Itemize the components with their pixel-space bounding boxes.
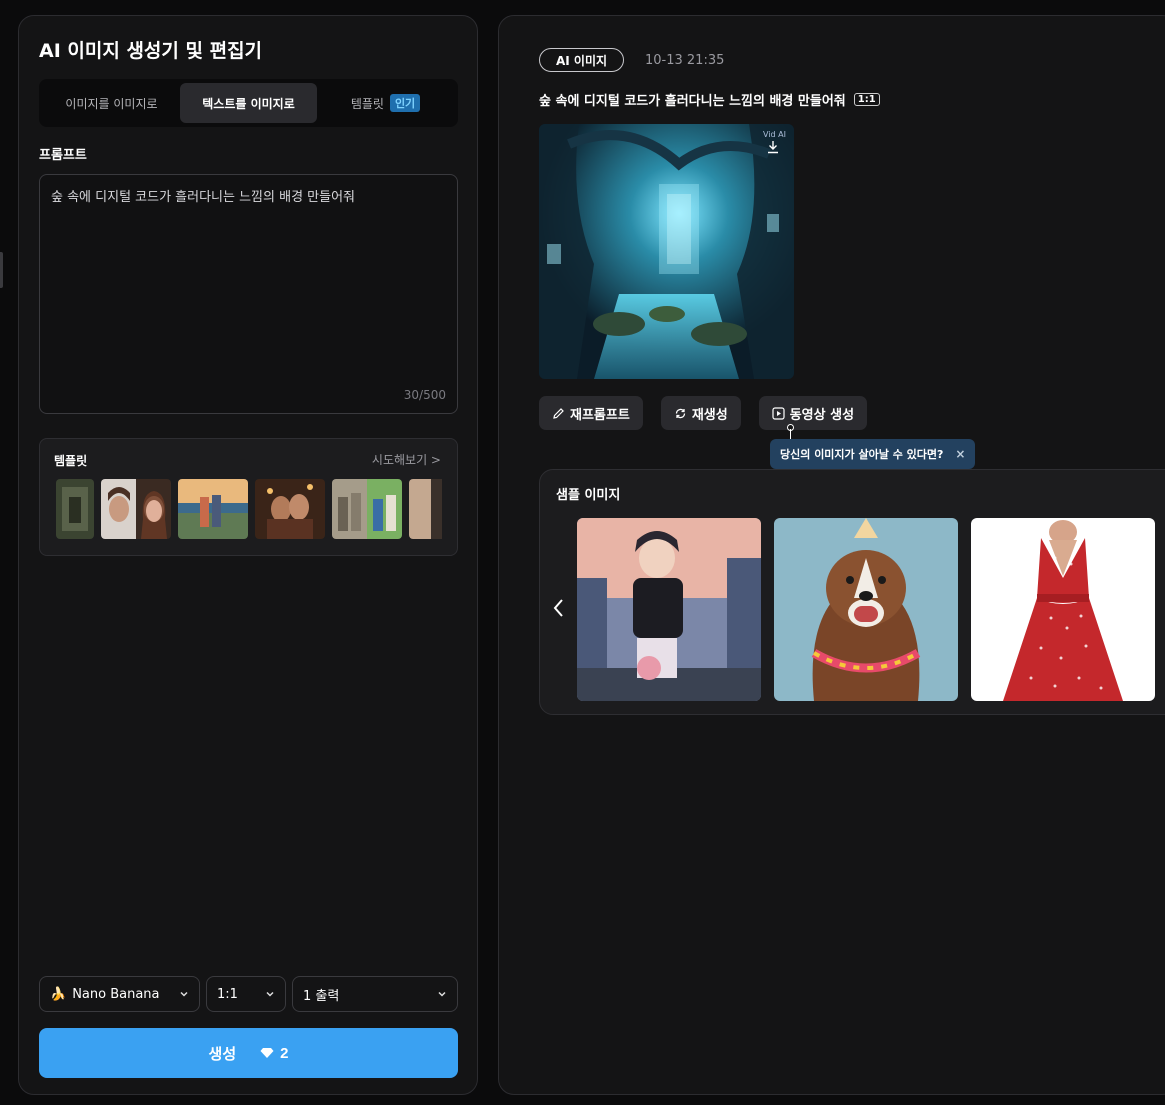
download-icon[interactable]	[766, 140, 780, 154]
prompt-label: 프롬프트	[39, 148, 87, 163]
prompt-input[interactable]: 숲 속에 디지털 코드가 흘러다니는 느낌의 배경 만들어줘 30/500	[39, 174, 458, 414]
refresh-icon	[675, 408, 685, 418]
tab-label: 텍스트를 이미지로	[202, 96, 295, 111]
generate-label: 생성	[208, 1045, 237, 1063]
result-timestamp: 10-13 21:35	[645, 53, 725, 68]
samples-title: 샘플 이미지	[556, 488, 621, 503]
tab-image-to-image[interactable]: 이미지를 이미지로	[43, 83, 180, 123]
chevron-down-icon	[180, 991, 188, 997]
template-thumbnail[interactable]	[178, 479, 248, 539]
sample-image[interactable]	[971, 518, 1155, 701]
panel-title: AI 이미지 생성기 및 편집기	[39, 40, 263, 62]
credit-cost: 2	[260, 1045, 288, 1062]
ratio-label: 1:1	[217, 986, 238, 1002]
close-icon[interactable]: ×	[955, 447, 965, 461]
result-panel: AI 이미지 10-13 21:35 숲 속에 디지털 코드가 흘러다니는 느낌…	[498, 15, 1165, 1095]
result-type-tag: AI 이미지	[539, 48, 625, 72]
regenerate-button[interactable]: 재생성	[660, 396, 741, 430]
cost-value: 2	[280, 1044, 289, 1062]
template-thumbnail[interactable]	[255, 479, 325, 539]
popular-badge: 인기	[389, 94, 421, 112]
template-thumbnail[interactable]	[101, 479, 171, 539]
tab-templates[interactable]: 템플릿 인기	[317, 83, 454, 123]
ratio-select[interactable]: 1:1	[206, 976, 286, 1012]
generation-options: 🍌 Nano Banana 1:1 1 출력	[39, 976, 458, 1012]
model-select[interactable]: 🍌 Nano Banana	[39, 976, 200, 1012]
video-tooltip: 당신의 이미지가 살아날 수 있다면? ×	[770, 439, 976, 469]
generated-image[interactable]: Vid AI	[539, 124, 794, 379]
template-thumbnails	[56, 479, 442, 541]
result-actions: 재프롬프트 재생성 동영상 생성	[539, 396, 868, 430]
output-label: 1 출력	[303, 988, 340, 1004]
watermark: Vid AI	[763, 130, 786, 139]
video-icon	[772, 406, 785, 420]
chevron-down-icon	[438, 991, 446, 997]
template-thumbnail[interactable]	[332, 479, 402, 539]
regenerate-label: 재생성	[691, 407, 728, 423]
template-thumbnail[interactable]	[56, 479, 94, 539]
tab-label: 이미지를 이미지로	[65, 96, 158, 111]
create-video-button[interactable]: 동영상 생성	[758, 396, 868, 430]
template-section: 템플릿 시도해보기 >	[39, 438, 458, 556]
tab-label: 템플릿	[350, 96, 384, 111]
result-prompt: 숲 속에 디지털 코드가 흘러다니는 느낌의 배경 만들어줘 1:1	[539, 90, 880, 109]
diamond-icon	[260, 1048, 274, 1058]
collapse-handle[interactable]	[0, 252, 3, 288]
result-prompt-text: 숲 속에 디지털 코드가 흘러다니는 느낌의 배경 만들어줘	[539, 94, 846, 109]
character-count: 30/500	[403, 388, 446, 402]
ratio-badge: 1:1	[853, 93, 880, 106]
generate-button[interactable]: 생성 2	[39, 1028, 458, 1078]
tooltip-text: 당신의 이미지가 살아날 수 있다면?	[780, 448, 944, 461]
pencil-icon	[553, 407, 564, 419]
tab-text-to-image[interactable]: 텍스트를 이미지로	[180, 83, 317, 123]
banana-icon: 🍌	[50, 986, 67, 1002]
chevron-left-icon[interactable]	[552, 598, 566, 618]
create-video-label: 동영상 생성	[789, 407, 855, 423]
output-count-select[interactable]: 1 출력	[292, 976, 458, 1012]
chevron-down-icon	[266, 991, 274, 997]
tooltip-pointer	[790, 429, 791, 439]
sample-image[interactable]	[577, 518, 761, 701]
prompt-text: 숲 속에 디지털 코드가 흘러다니는 느낌의 배경 만들어줘	[51, 190, 356, 205]
reprompt-button[interactable]: 재프롬프트	[539, 396, 643, 430]
sample-images-section: 샘플 이미지	[539, 469, 1165, 715]
generator-panel: AI 이미지 생성기 및 편집기 이미지를 이미지로 텍스트를 이미지로 템플릿…	[18, 15, 478, 1095]
template-thumbnail[interactable]	[409, 479, 442, 539]
reprompt-label: 재프롬프트	[570, 407, 630, 423]
mode-tabs: 이미지를 이미지로 텍스트를 이미지로 템플릿 인기	[39, 79, 458, 127]
model-label: Nano Banana	[72, 986, 160, 1002]
try-templates-link[interactable]: 시도해보기 >	[372, 451, 441, 468]
template-title: 템플릿	[54, 454, 88, 468]
sample-image[interactable]	[774, 518, 958, 701]
